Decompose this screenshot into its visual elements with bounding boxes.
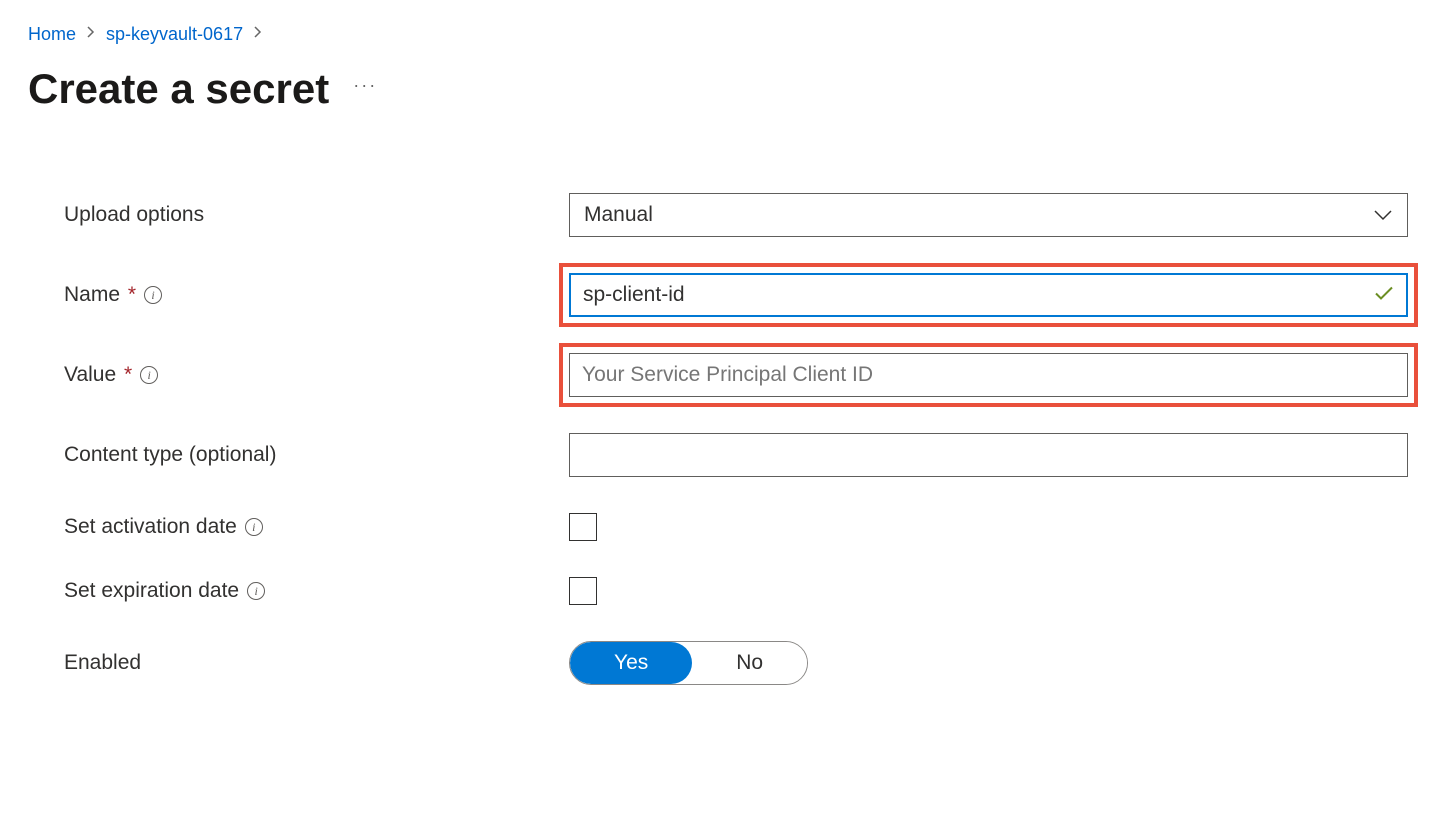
- form-container: Upload options Manual Name * i: [28, 193, 1408, 685]
- info-icon[interactable]: i: [247, 582, 265, 600]
- enabled-no-button[interactable]: No: [692, 642, 807, 684]
- name-label: Name * i: [64, 283, 569, 307]
- content-type-row: Content type (optional): [64, 433, 1408, 477]
- highlight-box-name: [559, 263, 1418, 327]
- info-icon[interactable]: i: [245, 518, 263, 536]
- upload-options-value: Manual: [584, 203, 653, 227]
- expiration-date-label: Set expiration date i: [64, 579, 569, 603]
- required-indicator: *: [122, 283, 136, 306]
- name-row: Name * i: [64, 273, 1408, 317]
- required-indicator: *: [118, 363, 132, 386]
- activation-date-row: Set activation date i: [64, 513, 1408, 541]
- content-type-input[interactable]: [569, 433, 1408, 477]
- info-icon[interactable]: i: [144, 286, 162, 304]
- activation-date-label: Set activation date i: [64, 515, 569, 539]
- breadcrumb-resource-link[interactable]: sp-keyvault-0617: [106, 24, 243, 45]
- activation-date-checkbox[interactable]: [569, 513, 597, 541]
- value-input[interactable]: [569, 353, 1408, 397]
- more-actions-icon[interactable]: ···: [353, 75, 377, 104]
- chevron-right-icon: [253, 25, 263, 44]
- content-type-label: Content type (optional): [64, 443, 569, 467]
- breadcrumb: Home sp-keyvault-0617: [28, 24, 1410, 45]
- chevron-right-icon: [86, 25, 96, 44]
- upload-options-select[interactable]: Manual: [569, 193, 1408, 237]
- checkmark-icon: [1374, 286, 1394, 305]
- expiration-date-checkbox[interactable]: [569, 577, 597, 605]
- enabled-yes-button[interactable]: Yes: [570, 642, 692, 684]
- value-label: Value * i: [64, 363, 569, 387]
- name-input[interactable]: [569, 273, 1408, 317]
- enabled-toggle: Yes No: [569, 641, 808, 685]
- info-icon[interactable]: i: [140, 366, 158, 384]
- upload-options-label: Upload options: [64, 203, 569, 227]
- highlight-box-value: [559, 343, 1418, 407]
- breadcrumb-home-link[interactable]: Home: [28, 24, 76, 45]
- expiration-date-row: Set expiration date i: [64, 577, 1408, 605]
- page-title: Create a secret: [28, 65, 329, 113]
- chevron-down-icon: [1373, 203, 1393, 227]
- upload-options-row: Upload options Manual: [64, 193, 1408, 237]
- value-row: Value * i: [64, 353, 1408, 397]
- enabled-row: Enabled Yes No: [64, 641, 1408, 685]
- enabled-label: Enabled: [64, 651, 569, 675]
- page-header: Create a secret ···: [28, 65, 1410, 113]
